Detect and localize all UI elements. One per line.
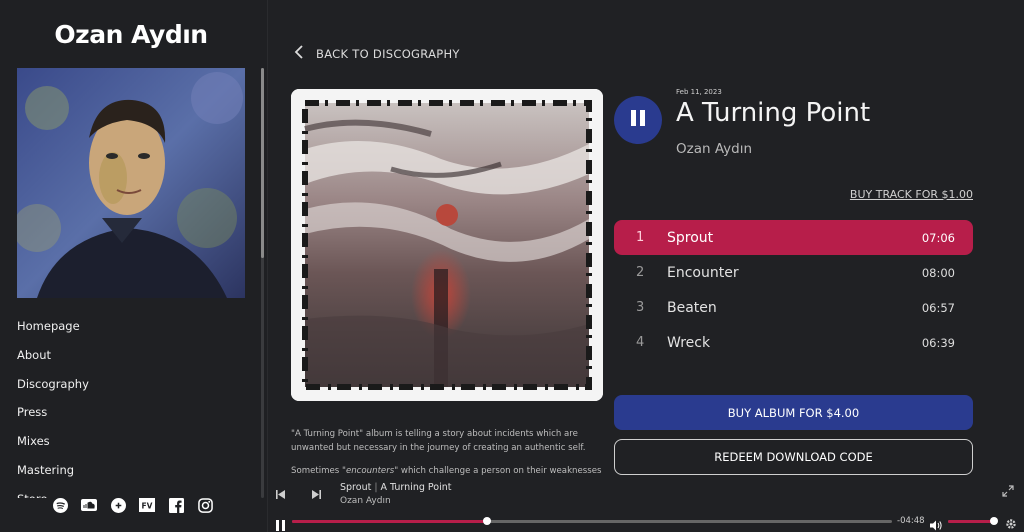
volume-slider[interactable]: [948, 517, 998, 525]
expand-icon[interactable]: [1002, 482, 1016, 497]
buy-album-button[interactable]: BUY ALBUM FOR $4.00: [614, 395, 973, 430]
volume-icon[interactable]: [930, 516, 942, 531]
release-artist[interactable]: Ozan Aydın: [676, 141, 752, 157]
sidebar: Ozan Aydın Homepage About Discography Pr…: [0, 0, 268, 532]
nav-discography[interactable]: Discography: [17, 374, 257, 403]
now-playing-artist: Ozan Aydın: [340, 496, 391, 506]
back-to-discography-link[interactable]: BACK TO DISCOGRAPHY: [294, 44, 460, 63]
description-paragraph: "A Turning Point" album is telling a sto…: [291, 429, 586, 453]
track-number: 4: [636, 335, 645, 350]
pause-icon: [630, 109, 646, 131]
description-paragraph-2: Sometimes "encounters" which challenge a…: [291, 466, 602, 476]
instagram-icon[interactable]: [197, 497, 213, 513]
album-cover: [291, 89, 603, 401]
buy-track-link[interactable]: BUY TRACK FOR $1.00: [850, 188, 973, 201]
scrollbar-thumb[interactable]: [261, 68, 264, 258]
progress-knob[interactable]: [483, 517, 491, 525]
album-description: "A Turning Point" album is telling a sto…: [291, 428, 607, 478]
soundcloud-icon[interactable]: [81, 497, 97, 513]
sidebar-scrollbar[interactable]: [261, 68, 264, 498]
player-bar: Sprout | A Turning Point Ozan Aydın -04:48: [268, 478, 1024, 532]
time-remaining: -04:48: [897, 516, 925, 526]
gear-icon[interactable]: [1005, 515, 1017, 529]
volume-knob[interactable]: [990, 517, 998, 525]
track-number: 3: [636, 300, 645, 315]
fv-icon[interactable]: FV: [139, 497, 155, 513]
progress-fill: [292, 520, 487, 523]
progress-bar[interactable]: [292, 517, 892, 525]
chevron-left-icon: [294, 44, 304, 63]
track-duration: 06:39: [921, 335, 955, 350]
track-duration: 07:06: [921, 230, 955, 245]
nav-press[interactable]: Press: [17, 402, 257, 431]
track-name: Beaten: [667, 299, 717, 316]
tracklist: 1 Sprout 07:06 2 Encounter 08:00 3 Beate…: [614, 220, 973, 360]
nav-mixes[interactable]: Mixes: [17, 431, 257, 460]
apple-music-icon[interactable]: [110, 497, 126, 513]
now-playing: Sprout | A Turning Point: [340, 482, 452, 493]
nav-homepage[interactable]: Homepage: [17, 316, 257, 345]
now-playing-track: Sprout: [340, 482, 372, 493]
track-duration: 06:57: [921, 300, 955, 315]
spotify-icon[interactable]: [52, 497, 68, 513]
player-pause-icon[interactable]: [276, 516, 286, 531]
facebook-icon[interactable]: [168, 497, 184, 513]
track-number: 2: [636, 265, 645, 280]
now-playing-album: A Turning Point: [380, 482, 452, 493]
artist-title[interactable]: Ozan Aydın: [0, 20, 262, 49]
pause-button[interactable]: [614, 96, 662, 144]
track-number: 1: [636, 230, 645, 245]
track-row[interactable]: 1 Sprout 07:06: [614, 220, 973, 255]
track-row[interactable]: 3 Beaten 06:57: [614, 290, 973, 325]
release-title: A Turning Point: [676, 98, 871, 128]
previous-track-icon[interactable]: [275, 488, 287, 500]
artist-portrait: [17, 68, 245, 298]
track-name: Sprout: [667, 229, 714, 246]
svg-text:FV: FV: [142, 502, 153, 511]
next-track-icon[interactable]: [310, 488, 322, 500]
now-playing-separator: |: [374, 482, 378, 493]
track-row[interactable]: 2 Encounter 08:00: [614, 255, 973, 290]
sidebar-nav: Homepage About Discography Press Mixes M…: [17, 316, 257, 498]
track-row[interactable]: 4 Wreck 06:39: [614, 325, 973, 360]
nav-about[interactable]: About: [17, 345, 257, 374]
track-name: Wreck: [667, 334, 711, 351]
nav-mastering[interactable]: Mastering: [17, 460, 257, 489]
social-links: FV: [52, 497, 213, 515]
track-duration: 08:00: [921, 265, 955, 280]
redeem-code-button[interactable]: REDEEM DOWNLOAD CODE: [614, 439, 973, 475]
release-date: Feb 11, 2023: [676, 88, 722, 96]
back-label: BACK TO DISCOGRAPHY: [316, 46, 460, 61]
volume-fill: [948, 520, 994, 523]
track-name: Encounter: [667, 264, 739, 281]
